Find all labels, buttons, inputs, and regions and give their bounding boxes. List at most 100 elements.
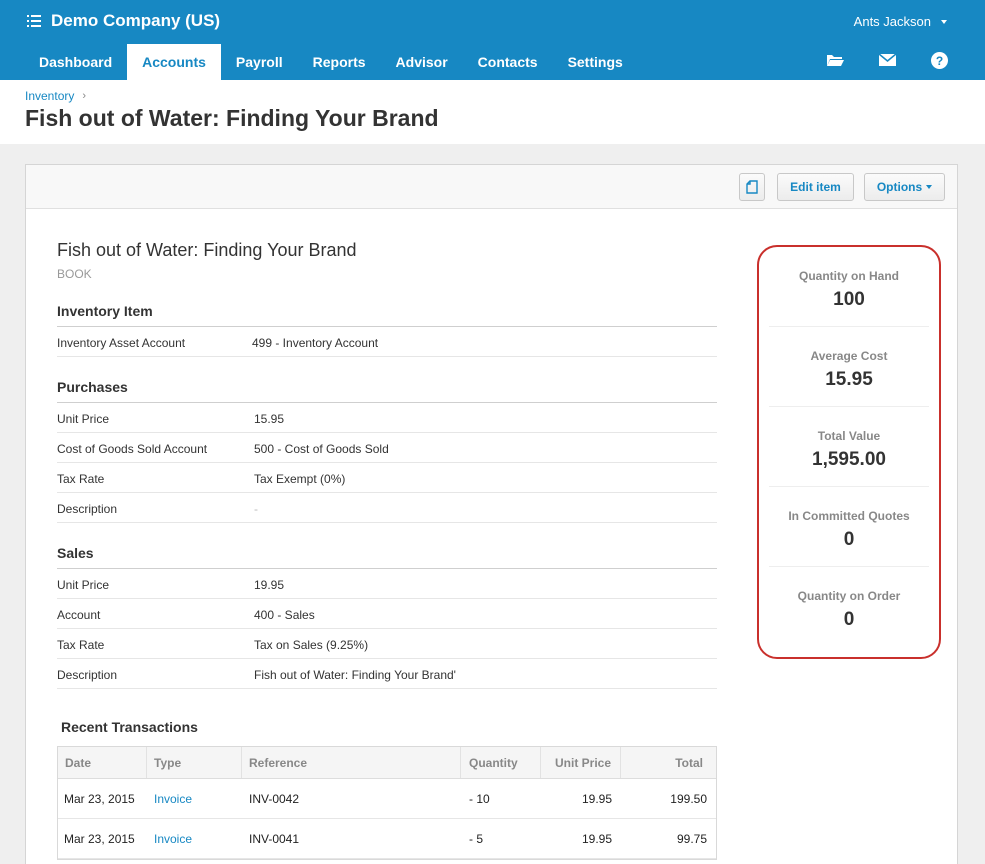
cell-quantity: - 5	[469, 831, 484, 846]
detail-label: Account	[57, 608, 101, 622]
page-title: Fish out of Water: Finding Your Brand	[25, 105, 439, 131]
stat-value: 100	[833, 289, 865, 310]
section-sales-heading: Sales	[57, 545, 94, 561]
col-unit-price[interactable]: Unit Price	[541, 747, 621, 778]
detail-value: Tax on Sales (9.25%)	[254, 638, 369, 652]
tab-advisor[interactable]: Advisor	[381, 44, 463, 80]
edit-item-button[interactable]: Edit item	[777, 173, 854, 201]
detail-row: Unit Price 15.95	[57, 403, 717, 433]
tab-contacts[interactable]: Contacts	[463, 44, 553, 80]
stat-label: Average Cost	[810, 349, 888, 363]
col-total[interactable]: Total	[621, 747, 716, 778]
options-label: Options	[876, 180, 923, 194]
col-type[interactable]: Type	[147, 747, 242, 778]
detail-row: Account 400 - Sales	[57, 599, 717, 629]
recent-transactions-heading: Recent Transactions	[61, 719, 198, 735]
stat-label: In Committed Quotes	[788, 509, 910, 523]
stat-label: Total Value	[817, 429, 881, 443]
detail-row: Inventory Asset Account 499 - Inventory …	[57, 327, 717, 357]
detail-label: Inventory Asset Account	[57, 336, 186, 350]
stat-average-cost: Average Cost 15.95	[769, 327, 929, 407]
nav-icons: ?	[825, 50, 949, 70]
top-bar: Demo Company (US) Ants Jackson Dashboard…	[0, 0, 985, 80]
tab-payroll[interactable]: Payroll	[221, 44, 298, 80]
folder-icon[interactable]	[825, 50, 845, 70]
breadcrumb: Inventory ›	[25, 89, 86, 103]
breadcrumb-separator: ›	[82, 90, 87, 102]
table-header: Date Type Reference Quantity Unit Price …	[58, 747, 716, 779]
tab-dashboard[interactable]: Dashboard	[24, 44, 127, 80]
stat-label: Quantity on Hand	[799, 269, 899, 283]
inventory-stats: Quantity on Hand 100 Average Cost 15.95 …	[757, 245, 941, 659]
cell-reference: INV-0042	[249, 791, 300, 806]
cell-quantity: - 10	[469, 791, 490, 806]
section-inventory-heading: Inventory Item	[57, 303, 153, 319]
detail-value: Tax Exempt (0%)	[254, 472, 346, 486]
detail-label: Cost of Goods Sold Account	[57, 442, 208, 456]
chevron-down-icon	[941, 19, 947, 24]
cell-unit-price: 19.95	[581, 831, 612, 846]
user-name: Ants Jackson	[853, 14, 931, 29]
org-switcher[interactable]: Demo Company (US)	[27, 10, 220, 32]
list-icon	[27, 15, 41, 27]
user-menu[interactable]: Ants Jackson	[854, 14, 947, 29]
tab-accounts[interactable]: Accounts	[127, 44, 221, 80]
col-reference[interactable]: Reference	[242, 747, 461, 778]
org-name: Demo Company (US)	[51, 11, 221, 30]
tab-reports[interactable]: Reports	[298, 44, 381, 80]
cell-date: Mar 23, 2015	[64, 831, 135, 846]
tab-settings[interactable]: Settings	[553, 44, 638, 80]
detail-value: -	[254, 502, 258, 516]
item-type: BOOK	[57, 267, 92, 281]
main-nav: Dashboard Accounts Payroll Reports Advis…	[24, 44, 638, 80]
table-row[interactable]: Mar 23, 2015 Invoice INV-0042 - 10 19.95…	[58, 779, 716, 819]
breadcrumb-inventory[interactable]: Inventory	[25, 89, 74, 103]
stat-label: Quantity on Order	[797, 589, 901, 603]
detail-value: 19.95	[254, 578, 285, 592]
transactions-table: Date Type Reference Quantity Unit Price …	[57, 746, 717, 860]
options-button[interactable]: Options	[864, 173, 945, 201]
detail-label: Description	[57, 668, 118, 682]
detail-label: Tax Rate	[57, 472, 105, 486]
item-name: Fish out of Water: Finding Your Brand	[57, 240, 357, 260]
table-row[interactable]: Mar 23, 2015 Invoice INV-0041 - 5 19.95 …	[58, 819, 716, 859]
detail-label: Tax Rate	[57, 638, 105, 652]
col-quantity[interactable]: Quantity	[461, 747, 541, 778]
detail-label: Unit Price	[57, 412, 110, 426]
item-panel: Edit item Options Fish out of Water: Fin…	[25, 164, 958, 864]
detail-value: 499 - Inventory Account	[252, 336, 379, 350]
stat-total-value: Total Value 1,595.00	[769, 407, 929, 487]
detail-row: Tax Rate Tax Exempt (0%)	[57, 463, 717, 493]
help-icon[interactable]: ?	[929, 50, 949, 70]
cell-type-link[interactable]: Invoice	[147, 779, 242, 818]
stat-quantity-on-hand: Quantity on Hand 100	[769, 247, 929, 327]
detail-row: Description -	[57, 493, 717, 523]
detail-row: Tax Rate Tax on Sales (9.25%)	[57, 629, 717, 659]
stat-value: 1,595.00	[812, 449, 886, 470]
detail-value: 400 - Sales	[254, 608, 315, 622]
mail-icon[interactable]	[877, 50, 897, 70]
section-purchases-heading: Purchases	[57, 379, 128, 395]
detail-label: Description	[57, 502, 118, 516]
cell-type-link[interactable]: Invoice	[147, 819, 242, 858]
stat-value: 0	[843, 609, 855, 630]
page-header: Inventory › Fish out of Water: Finding Y…	[0, 80, 985, 144]
detail-value: 15.95	[254, 412, 285, 426]
stat-value: 0	[843, 529, 855, 550]
detail-value: Fish out of Water: Finding Your Brand'	[254, 668, 456, 682]
chevron-down-icon	[926, 185, 933, 189]
copy-icon	[746, 180, 758, 194]
col-date[interactable]: Date	[58, 747, 147, 778]
copy-button[interactable]	[739, 173, 765, 201]
cell-total: 99.75	[676, 831, 707, 846]
detail-row: Description Fish out of Water: Finding Y…	[57, 659, 717, 689]
stat-value: 15.95	[825, 369, 873, 390]
cell-total: 199.50	[670, 791, 707, 806]
detail-row: Cost of Goods Sold Account 500 - Cost of…	[57, 433, 717, 463]
cell-date: Mar 23, 2015	[64, 791, 135, 806]
detail-row: Unit Price 19.95	[57, 569, 717, 599]
svg-text:?: ?	[935, 54, 942, 68]
cell-unit-price: 19.95	[581, 791, 612, 806]
stat-quantity-on-order: Quantity on Order 0	[769, 567, 929, 647]
stat-committed-quotes: In Committed Quotes 0	[769, 487, 929, 567]
